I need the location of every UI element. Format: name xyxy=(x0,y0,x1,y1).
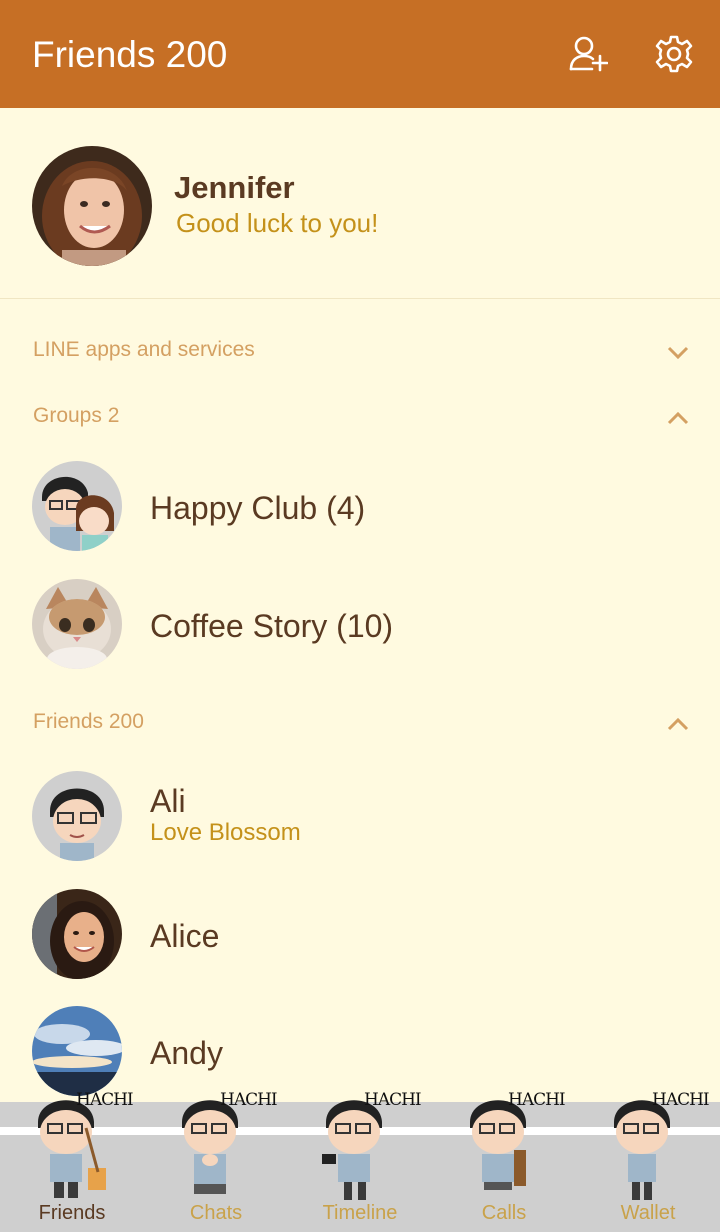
list-item[interactable]: Happy Club (4) xyxy=(0,461,720,571)
tab-label: Chats xyxy=(189,1202,243,1224)
chevron-down-icon[interactable] xyxy=(664,342,692,362)
section-line-apps[interactable]: LINE apps and services xyxy=(0,330,720,374)
section-label: Friends 200 xyxy=(33,710,144,733)
list-item[interactable]: Alice xyxy=(0,889,720,999)
bottom-tab-bar: HACHI Friends HACHI Chats HACHI Timeline… xyxy=(0,1090,720,1232)
section-groups[interactable]: Groups 2 xyxy=(0,396,720,440)
list-item[interactable]: Ali Love Blossom xyxy=(0,771,720,881)
friend-status-message: Love Blossom xyxy=(150,819,301,846)
tab-wallet[interactable]: HACHI Wallet xyxy=(576,1090,720,1232)
friend-avatar xyxy=(32,1006,122,1096)
sticker-text: HACHI xyxy=(364,1090,422,1110)
group-avatar xyxy=(32,461,122,551)
tab-label: Friends xyxy=(38,1202,106,1224)
tab-chats[interactable]: HACHI Chats xyxy=(144,1090,288,1232)
app-header: Friends 200 xyxy=(0,0,720,108)
friend-avatar xyxy=(32,889,122,979)
tab-label: Timeline xyxy=(322,1202,398,1224)
section-label: Groups 2 xyxy=(33,404,120,427)
friend-name: Ali xyxy=(150,783,186,819)
group-name: Happy Club (4) xyxy=(150,490,366,526)
section-friends[interactable]: Friends 200 xyxy=(0,702,720,746)
tab-label: Calls xyxy=(481,1202,527,1224)
list-item[interactable]: Coffee Story (10) xyxy=(0,579,720,689)
tab-friends[interactable]: HACHI Friends xyxy=(0,1090,144,1232)
sticker-text: HACHI xyxy=(76,1090,134,1110)
tab-calls[interactable]: HACHI Calls xyxy=(432,1090,576,1232)
tab-label: Wallet xyxy=(620,1202,676,1224)
friend-name: Andy xyxy=(150,1035,223,1071)
profile-name: Jennifer xyxy=(174,170,295,205)
gear-icon[interactable] xyxy=(654,34,694,74)
chevron-up-icon[interactable] xyxy=(664,714,692,734)
my-profile[interactable]: Jennifer Good luck to you! xyxy=(0,108,720,299)
group-avatar xyxy=(32,579,122,669)
tab-timeline[interactable]: HACHI Timeline xyxy=(288,1090,432,1232)
section-label: LINE apps and services xyxy=(33,338,255,361)
add-friend-icon[interactable] xyxy=(568,34,609,74)
group-name: Coffee Story (10) xyxy=(150,608,394,644)
profile-avatar[interactable] xyxy=(32,146,152,266)
profile-status-message: Good luck to you! xyxy=(176,208,379,238)
friend-avatar xyxy=(32,771,122,861)
sticker-text: HACHI xyxy=(652,1090,710,1110)
chevron-up-icon[interactable] xyxy=(664,408,692,428)
page-title: Friends 200 xyxy=(32,34,228,75)
sticker-text: HACHI xyxy=(220,1090,278,1110)
friend-name: Alice xyxy=(150,918,220,954)
sticker-text: HACHI xyxy=(508,1090,566,1110)
